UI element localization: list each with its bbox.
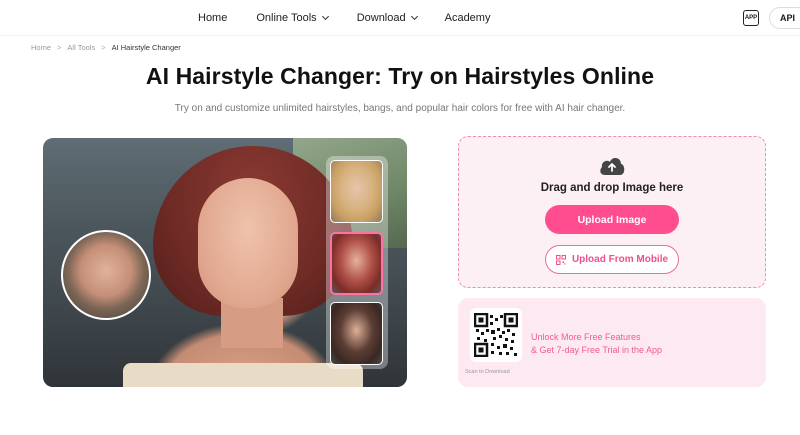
upload-dropzone[interactable]: Drag and drop Image here Upload Image Up… bbox=[458, 136, 766, 288]
breadcrumb-home[interactable]: Home bbox=[31, 43, 51, 52]
app-promo-text: Unlock More Free Features & Get 7-day Fr… bbox=[531, 331, 662, 357]
breadcrumb-all-tools[interactable]: All Tools bbox=[67, 43, 95, 52]
nav-download[interactable]: Download bbox=[356, 12, 418, 24]
nav-online-tools[interactable]: Online Tools bbox=[256, 12, 329, 24]
upload-image-button[interactable]: Upload Image bbox=[545, 205, 679, 234]
upload-from-mobile-label: Upload From Mobile bbox=[571, 254, 669, 265]
hairstyle-thumbnail bbox=[330, 160, 383, 223]
scan-to-download-text: Scan to Download bbox=[465, 369, 510, 375]
page-title: AI Hairstyle Changer: Try on Hairstyles … bbox=[145, 63, 655, 89]
clothing-shape bbox=[123, 363, 363, 387]
original-photo-circle bbox=[61, 230, 151, 320]
page-subtitle: Try on and customize unlimited hairstyle… bbox=[174, 103, 626, 114]
app-download-icon[interactable]: APP bbox=[743, 10, 759, 26]
breadcrumb-separator: > bbox=[57, 43, 62, 52]
breadcrumb: Home > All Tools > AI Hairstyle Changer bbox=[31, 43, 181, 52]
nav-download-label: Download bbox=[356, 12, 406, 24]
nav-academy[interactable]: Academy bbox=[445, 12, 491, 24]
face-shape bbox=[198, 178, 298, 308]
hairstyle-thumbnail bbox=[330, 302, 383, 365]
qr-code-card bbox=[470, 308, 522, 362]
hairstyle-thumbnail-selected bbox=[330, 232, 383, 295]
chevron-down-icon bbox=[321, 12, 329, 21]
chevron-down-icon bbox=[410, 12, 418, 21]
upload-from-mobile-button[interactable]: Upload From Mobile bbox=[545, 245, 679, 274]
nav-links: Home Online Tools Download Academy bbox=[198, 0, 490, 36]
hairstyle-preview-image bbox=[43, 138, 407, 387]
nav-online-tools-label: Online Tools bbox=[256, 12, 317, 24]
nav-home-label: Home bbox=[198, 12, 228, 24]
qr-code-icon bbox=[555, 254, 566, 265]
breadcrumb-separator: > bbox=[101, 43, 106, 52]
app-promo-card[interactable]: Scan to Download Unlock More Free Featur… bbox=[458, 298, 766, 387]
api-button[interactable]: API bbox=[769, 7, 800, 29]
nav-home[interactable]: Home bbox=[198, 12, 227, 24]
breadcrumb-current: AI Hairstyle Changer bbox=[111, 43, 181, 52]
drag-drop-text: Drag and drop Image here bbox=[540, 182, 684, 194]
cloud-upload-icon bbox=[600, 158, 625, 175]
nav-academy-label: Academy bbox=[444, 12, 491, 24]
app-promo-line-1: Unlock More Free Features bbox=[531, 332, 641, 342]
qr-code-icon bbox=[474, 313, 518, 357]
top-navigation: Home Online Tools Download Academy APP A… bbox=[0, 0, 800, 36]
app-promo-line-2: & Get 7-day Free Trial in the App bbox=[531, 345, 663, 355]
